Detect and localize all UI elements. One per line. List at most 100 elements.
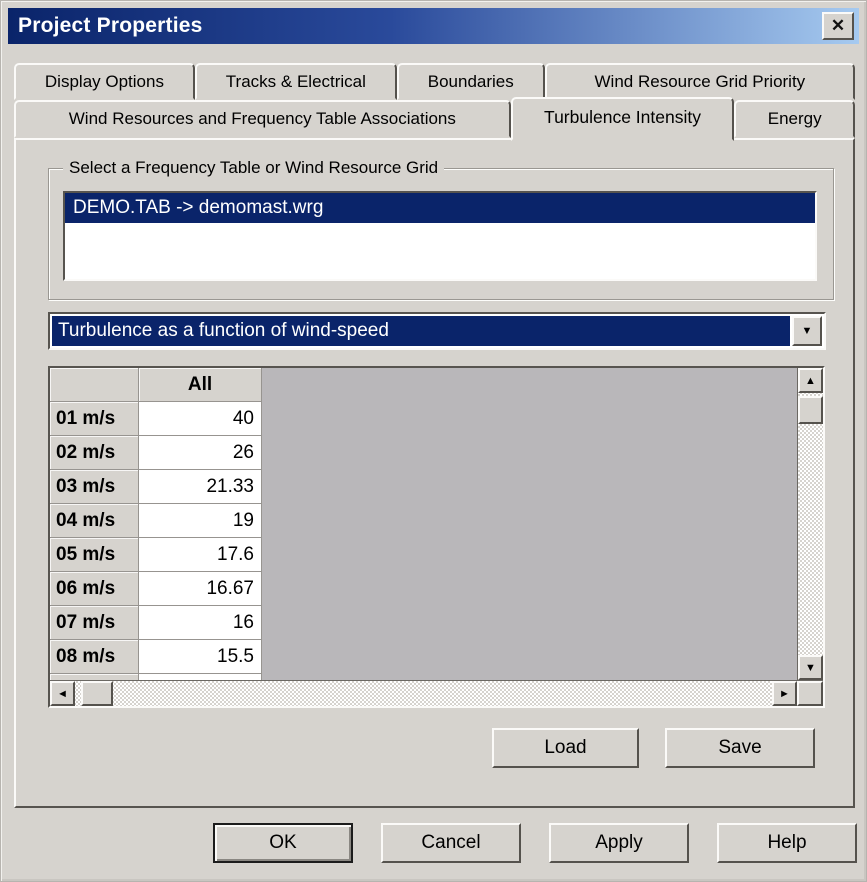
scroll-down-button[interactable]: ▼ bbox=[798, 655, 823, 680]
grid-column-header[interactable]: All bbox=[139, 368, 262, 402]
close-button[interactable]: ✕ bbox=[822, 12, 854, 40]
row-filler bbox=[262, 402, 797, 436]
ok-button[interactable]: OK bbox=[213, 823, 353, 863]
combobox-dropdown-button[interactable]: ▼ bbox=[792, 316, 822, 346]
combobox-value-label: Turbulence as a function of wind-speed bbox=[58, 320, 389, 342]
table-row[interactable]: 03 m/s 21.33 bbox=[50, 470, 797, 504]
cancel-button-label: Cancel bbox=[421, 832, 480, 854]
value-cell[interactable]: 17.6 bbox=[139, 538, 262, 572]
save-button[interactable]: Save bbox=[665, 728, 815, 768]
grid-main: All 01 m/s 40 02 m/s 26 03 m/s 21.33 04 … bbox=[50, 368, 823, 680]
row-header-cell[interactable]: 05 m/s bbox=[50, 538, 139, 572]
row-filler bbox=[262, 640, 797, 674]
tab-tracks-electrical[interactable]: Tracks & Electrical bbox=[195, 63, 397, 100]
list-item-label: DEMO.TAB -> demomast.wrg bbox=[73, 197, 323, 218]
row-header-cell[interactable]: 03 m/s bbox=[50, 470, 139, 504]
tab-label: Turbulence Intensity bbox=[544, 107, 701, 128]
table-row[interactable]: 02 m/s 26 bbox=[50, 436, 797, 470]
tab-label: Tracks & Electrical bbox=[226, 72, 366, 92]
tab-turbulence-intensity[interactable]: Turbulence Intensity bbox=[511, 97, 735, 141]
value-cell[interactable]: 16 bbox=[139, 606, 262, 640]
chevron-down-icon: ▼ bbox=[802, 325, 813, 337]
horizontal-scrollbar-thumb[interactable] bbox=[81, 681, 113, 706]
tab-strip: Display Options Tracks & Electrical Boun… bbox=[14, 63, 855, 138]
row-header-cell[interactable]: 08 m/s bbox=[50, 640, 139, 674]
title-bar[interactable]: Project Properties ✕ bbox=[8, 8, 859, 44]
turbulence-mode-combobox[interactable]: Turbulence as a function of wind-speed ▼ bbox=[48, 312, 826, 350]
value-cell[interactable]: 19 bbox=[139, 504, 262, 538]
horizontal-scrollbar[interactable]: ◄ ► bbox=[50, 681, 797, 706]
table-row[interactable]: 08 m/s 15.5 bbox=[50, 640, 797, 674]
row-filler bbox=[262, 538, 797, 572]
grid-bottom-bar: ◄ ► bbox=[50, 680, 823, 706]
tab-label: Boundaries bbox=[428, 72, 514, 92]
scrollbar-corner bbox=[797, 681, 823, 706]
table-row[interactable]: 05 m/s 17.6 bbox=[50, 538, 797, 572]
ok-button-label: OK bbox=[269, 832, 296, 854]
apply-button[interactable]: Apply bbox=[549, 823, 689, 863]
turbulence-grid: All 01 m/s 40 02 m/s 26 03 m/s 21.33 04 … bbox=[48, 366, 825, 708]
grid-rows: 01 m/s 40 02 m/s 26 03 m/s 21.33 04 m/s … bbox=[50, 402, 797, 680]
tab-display-options[interactable]: Display Options bbox=[14, 63, 195, 100]
row-header-cell[interactable]: 01 m/s bbox=[50, 402, 139, 436]
apply-button-label: Apply bbox=[595, 832, 643, 854]
horizontal-scrollbar-track[interactable] bbox=[113, 681, 772, 706]
help-button-label: Help bbox=[767, 832, 806, 854]
frequency-table-listbox[interactable]: DEMO.TAB -> demomast.wrg bbox=[63, 191, 817, 281]
vertical-scrollbar-thumb[interactable] bbox=[798, 396, 823, 424]
scroll-up-icon: ▲ bbox=[805, 375, 816, 387]
tab-energy[interactable]: Energy bbox=[734, 100, 855, 138]
groupbox-label: Select a Frequency Table or Wind Resourc… bbox=[63, 158, 444, 178]
table-row[interactable]: 06 m/s 16.67 bbox=[50, 572, 797, 606]
load-button-label: Load bbox=[544, 737, 586, 759]
value-cell[interactable]: 26 bbox=[139, 436, 262, 470]
dialog-footer: OK Cancel Apply Help bbox=[8, 823, 859, 863]
close-icon: ✕ bbox=[831, 16, 845, 36]
tab-label: Display Options bbox=[45, 72, 164, 92]
load-button[interactable]: Load bbox=[492, 728, 639, 768]
grid-header-filler bbox=[262, 368, 797, 402]
save-button-label: Save bbox=[718, 737, 761, 759]
table-row[interactable]: 01 m/s 40 bbox=[50, 402, 797, 436]
scroll-left-icon: ◄ bbox=[57, 688, 68, 700]
value-cell[interactable]: 40 bbox=[139, 402, 262, 436]
scroll-up-button[interactable]: ▲ bbox=[798, 368, 823, 393]
frequency-table-groupbox: Select a Frequency Table or Wind Resourc… bbox=[48, 168, 834, 300]
turbulence-intensity-panel: Select a Frequency Table or Wind Resourc… bbox=[14, 138, 855, 808]
value-cell[interactable]: 21.33 bbox=[139, 470, 262, 504]
help-button[interactable]: Help bbox=[717, 823, 857, 863]
vertical-scrollbar-track[interactable] bbox=[798, 424, 823, 655]
value-cell[interactable]: 16.67 bbox=[139, 572, 262, 606]
row-header-cell[interactable]: 07 m/s bbox=[50, 606, 139, 640]
tab-row-2: Wind Resources and Frequency Table Assoc… bbox=[14, 100, 855, 138]
combobox-selected-value: Turbulence as a function of wind-speed bbox=[52, 316, 790, 346]
tab-wind-resources-associations[interactable]: Wind Resources and Frequency Table Assoc… bbox=[14, 100, 511, 138]
table-row[interactable]: 04 m/s 19 bbox=[50, 504, 797, 538]
window-title: Project Properties bbox=[18, 14, 822, 38]
row-filler bbox=[262, 470, 797, 504]
row-header-cell[interactable]: 04 m/s bbox=[50, 504, 139, 538]
row-filler bbox=[262, 572, 797, 606]
table-row[interactable]: 07 m/s 16 bbox=[50, 606, 797, 640]
list-item[interactable]: DEMO.TAB -> demomast.wrg bbox=[65, 193, 815, 223]
scroll-left-button[interactable]: ◄ bbox=[50, 681, 75, 706]
cancel-button[interactable]: Cancel bbox=[381, 823, 521, 863]
tab-label: Wind Resource Grid Priority bbox=[595, 72, 806, 92]
tab-boundaries[interactable]: Boundaries bbox=[397, 63, 545, 100]
scroll-right-button[interactable]: ► bbox=[772, 681, 797, 706]
row-filler bbox=[262, 504, 797, 538]
row-header-cell[interactable]: 06 m/s bbox=[50, 572, 139, 606]
value-cell[interactable]: 15.5 bbox=[139, 640, 262, 674]
grid-header-row: All bbox=[50, 368, 797, 402]
tab-label: Wind Resources and Frequency Table Assoc… bbox=[69, 109, 456, 129]
project-properties-dialog: Project Properties ✕ Display Options Tra… bbox=[0, 0, 867, 882]
vertical-scrollbar[interactable]: ▲ ▼ bbox=[797, 368, 823, 680]
scroll-right-icon: ► bbox=[779, 688, 790, 700]
tab-wind-resource-grid-priority[interactable]: Wind Resource Grid Priority bbox=[545, 63, 855, 100]
tab-row-1: Display Options Tracks & Electrical Boun… bbox=[14, 63, 855, 100]
scroll-down-icon: ▼ bbox=[805, 662, 816, 674]
row-filler bbox=[262, 606, 797, 640]
row-header-cell[interactable]: 02 m/s bbox=[50, 436, 139, 470]
tab-label: Energy bbox=[768, 109, 822, 129]
grid-corner-cell bbox=[50, 368, 139, 402]
